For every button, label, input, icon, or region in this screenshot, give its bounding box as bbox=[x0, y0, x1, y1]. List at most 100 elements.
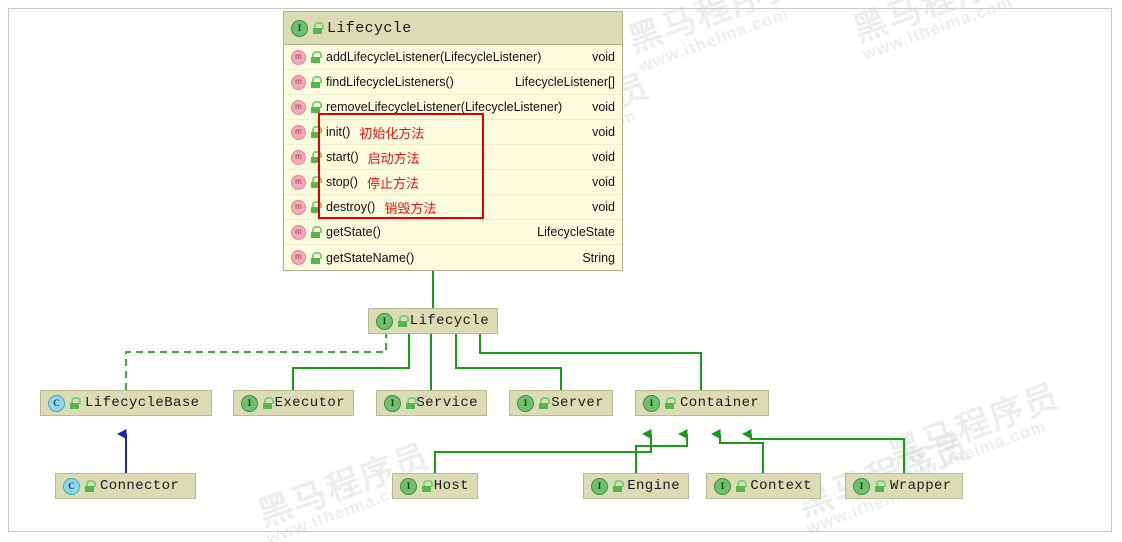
class-member-row[interactable]: m destroy() 销毁方法 void bbox=[284, 195, 622, 220]
class-member-row[interactable]: m stop() 停止方法 void bbox=[284, 170, 622, 195]
method-icon: m bbox=[291, 124, 306, 140]
class-member-row[interactable]: m getStateName() String bbox=[284, 245, 622, 270]
interface-icon: I bbox=[853, 477, 870, 495]
member-return-type: void bbox=[592, 50, 615, 64]
node-server[interactable]: I Server bbox=[509, 390, 613, 416]
lock-open-icon bbox=[310, 151, 322, 163]
node-label: Host bbox=[433, 478, 469, 494]
node-engine[interactable]: I Engine bbox=[583, 473, 689, 499]
member-name: init() bbox=[326, 125, 351, 139]
lock-open-icon bbox=[310, 226, 322, 238]
class-icon: C bbox=[63, 477, 80, 495]
node-lifecyclebase[interactable]: C LifecycleBase bbox=[40, 390, 212, 416]
lock-open-icon bbox=[310, 201, 322, 213]
member-annotation: 初始化方法 bbox=[359, 125, 425, 141]
class-box-lifecycle[interactable]: I Lifecycle m addLifecycleListener(Lifecy… bbox=[283, 11, 623, 271]
member-return-type: void bbox=[592, 175, 615, 189]
member-name: start() bbox=[326, 150, 359, 164]
member-return-type: LifecycleState bbox=[537, 225, 615, 239]
member-annotation: 启动方法 bbox=[367, 150, 420, 166]
lock-open-icon bbox=[664, 397, 676, 409]
member-name: findLifecycleListeners() bbox=[326, 75, 454, 89]
node-label: Lifecycle bbox=[409, 313, 489, 329]
member-return-type: void bbox=[592, 125, 615, 139]
lock-open-icon bbox=[735, 480, 747, 492]
node-container[interactable]: I Container bbox=[635, 390, 769, 416]
diagram-page: 黑马程序员www.itheima.com黑马程序员www.itheima.com… bbox=[0, 0, 1122, 542]
node-lifecycle[interactable]: I Lifecycle bbox=[368, 308, 498, 334]
interface-icon: I bbox=[714, 477, 731, 495]
lock-open-icon bbox=[84, 480, 96, 492]
class-member-row[interactable]: m addLifecycleListener(LifecycleListener)… bbox=[284, 45, 622, 70]
class-member-row[interactable]: m removeLifecycleListener(LifecycleListen… bbox=[284, 95, 622, 120]
lock-open-icon bbox=[310, 101, 322, 113]
lock-open-icon bbox=[310, 176, 322, 188]
member-name: getState() bbox=[326, 225, 381, 239]
class-box-title: Lifecycle bbox=[327, 19, 412, 37]
class-member-list: m addLifecycleListener(LifecycleListener)… bbox=[284, 45, 622, 270]
method-icon: m bbox=[291, 49, 306, 65]
class-member-row[interactable]: m findLifecycleListeners() LifecycleListen… bbox=[284, 70, 622, 95]
member-annotation: 销毁方法 bbox=[384, 200, 437, 216]
interface-icon: I bbox=[291, 19, 308, 37]
lock-open-icon bbox=[310, 51, 322, 63]
method-icon: m bbox=[291, 74, 306, 90]
lock-open-icon bbox=[312, 22, 324, 34]
class-icon: C bbox=[48, 394, 65, 412]
lock-open-icon bbox=[397, 315, 409, 327]
member-return-type: void bbox=[592, 100, 615, 114]
member-return-type: void bbox=[592, 150, 615, 164]
member-name: removeLifecycleListener(LifecycleListene… bbox=[326, 100, 563, 114]
node-label: Executor bbox=[274, 395, 345, 411]
lock-open-icon bbox=[310, 251, 322, 264]
member-name: addLifecycleListener(LifecycleListener) bbox=[326, 50, 542, 64]
node-label: Container bbox=[680, 395, 760, 411]
lock-open-icon bbox=[874, 480, 886, 492]
class-member-row[interactable]: m getState() LifecycleState bbox=[284, 220, 622, 245]
method-icon: m bbox=[291, 224, 306, 240]
member-return-type: LifecycleListener[] bbox=[514, 75, 615, 89]
interface-icon: I bbox=[400, 477, 417, 495]
interface-icon: I bbox=[241, 394, 258, 412]
member-return-type: String bbox=[582, 250, 615, 265]
lock-open-icon bbox=[69, 397, 81, 409]
node-service[interactable]: I Service bbox=[376, 390, 487, 416]
node-wrapper[interactable]: I Wrapper bbox=[845, 473, 963, 499]
interface-icon: I bbox=[376, 312, 393, 330]
lock-open-icon bbox=[310, 126, 322, 138]
interface-icon: I bbox=[643, 394, 660, 412]
member-annotation: 停止方法 bbox=[366, 175, 419, 191]
lock-open-icon bbox=[538, 397, 550, 409]
lock-open-icon bbox=[405, 397, 417, 409]
lock-open-icon bbox=[612, 480, 624, 492]
node-label: Server bbox=[551, 395, 604, 411]
node-label: LifecycleBase bbox=[85, 395, 200, 411]
node-executor[interactable]: I Executor bbox=[233, 390, 354, 416]
node-connector[interactable]: C Connector bbox=[55, 473, 196, 499]
class-box-header: I Lifecycle bbox=[284, 12, 622, 45]
method-icon: m bbox=[291, 199, 306, 215]
node-label: Context bbox=[750, 478, 812, 494]
node-label: Connector bbox=[100, 478, 180, 494]
interface-icon: I bbox=[517, 394, 534, 412]
method-icon: m bbox=[291, 99, 306, 115]
class-member-row[interactable]: m start() 启动方法 void bbox=[284, 145, 622, 170]
method-icon: m bbox=[291, 149, 306, 165]
method-icon: m bbox=[291, 174, 306, 190]
node-label: Service bbox=[416, 395, 478, 411]
member-name: stop() bbox=[326, 175, 358, 189]
member-return-type: void bbox=[592, 200, 615, 214]
node-host[interactable]: I Host bbox=[392, 473, 478, 499]
member-name: getStateName() bbox=[326, 250, 415, 265]
interface-icon: I bbox=[591, 477, 608, 495]
node-context[interactable]: I Context bbox=[706, 473, 821, 499]
class-member-row[interactable]: m init() 初始化方法 void bbox=[284, 120, 622, 145]
lock-open-icon bbox=[262, 397, 274, 409]
member-name: destroy() bbox=[326, 200, 376, 214]
interface-icon: I bbox=[384, 394, 401, 412]
lock-open-icon bbox=[421, 480, 433, 492]
node-label: Engine bbox=[627, 478, 680, 494]
lock-open-icon bbox=[310, 76, 322, 88]
method-icon: m bbox=[291, 250, 306, 265]
node-label: Wrapper bbox=[890, 478, 952, 494]
